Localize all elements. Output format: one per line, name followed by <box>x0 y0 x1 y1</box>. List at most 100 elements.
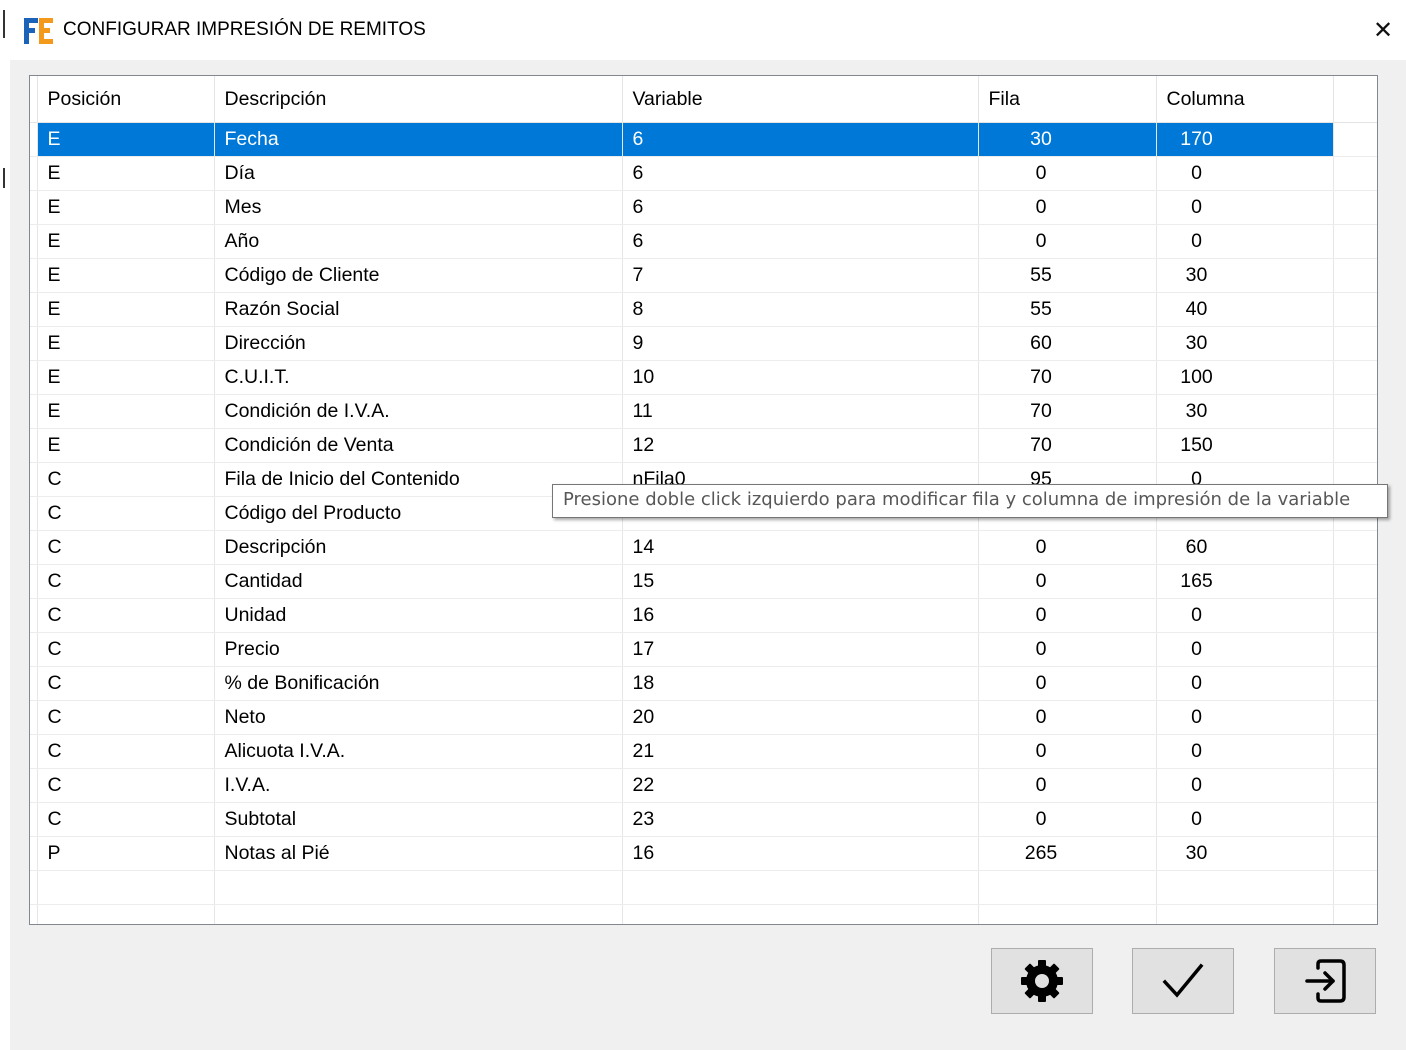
table-row[interactable]: C Neto 20 0 0 <box>30 700 1377 735</box>
cell-posicion[interactable]: E <box>37 122 215 157</box>
settings-button[interactable] <box>991 948 1093 1014</box>
cell-descripcion[interactable]: Unidad <box>214 598 623 633</box>
cell-variable[interactable]: 23 <box>622 802 979 837</box>
cell-fila[interactable]: 0 <box>978 530 1157 565</box>
cell-variable[interactable]: 6 <box>622 190 979 225</box>
cell-variable[interactable]: 20 <box>622 700 979 735</box>
cell-descripcion[interactable]: Fecha <box>214 122 623 157</box>
cell-variable[interactable]: 17 <box>622 632 979 667</box>
cell-descripcion[interactable]: Precio <box>214 632 623 667</box>
cell-descripcion[interactable]: C.U.I.T. <box>214 360 623 395</box>
cell-fila[interactable]: 0 <box>978 598 1157 633</box>
cell-columna[interactable]: 0 <box>1156 666 1334 701</box>
cell-variable[interactable]: 18 <box>622 666 979 701</box>
cell-columna[interactable]: 0 <box>1156 802 1334 837</box>
table-row[interactable]: E C.U.I.T. 10 70 100 <box>30 360 1377 395</box>
column-header-variable[interactable]: Variable <box>622 76 979 123</box>
cell-posicion[interactable]: C <box>37 666 215 701</box>
cell-posicion[interactable]: E <box>37 360 215 395</box>
cell-posicion[interactable]: E <box>37 190 215 225</box>
cell-variable[interactable]: 6 <box>622 224 979 259</box>
cell-columna[interactable]: 170 <box>1156 122 1334 157</box>
cell-posicion[interactable]: C <box>37 564 215 599</box>
cell-posicion[interactable]: E <box>37 394 215 429</box>
cell-descripcion[interactable]: Cantidad <box>214 564 623 599</box>
cell-posicion[interactable]: C <box>37 734 215 769</box>
column-header-posicion[interactable]: Posición <box>37 76 215 123</box>
cell-columna[interactable]: 100 <box>1156 360 1334 395</box>
column-header-columna[interactable]: Columna <box>1156 76 1334 123</box>
cell-columna[interactable]: 0 <box>1156 734 1334 769</box>
cell-posicion[interactable]: C <box>37 802 215 837</box>
cell-fila[interactable]: 55 <box>978 258 1157 293</box>
cell-descripcion[interactable]: Día <box>214 156 623 191</box>
cell-descripcion[interactable]: Condición de I.V.A. <box>214 394 623 429</box>
cell-columna[interactable]: 0 <box>1156 190 1334 225</box>
cell-fila[interactable]: 0 <box>978 666 1157 701</box>
cell-columna[interactable]: 165 <box>1156 564 1334 599</box>
cell-fila[interactable]: 70 <box>978 360 1157 395</box>
cell-columna[interactable]: 0 <box>1156 224 1334 259</box>
cell-posicion[interactable]: E <box>37 326 215 361</box>
cell-descripcion[interactable]: Mes <box>214 190 623 225</box>
cell-variable[interactable]: 12 <box>622 428 979 463</box>
cell-variable[interactable]: 14 <box>622 530 979 565</box>
cell-descripcion[interactable]: Dirección <box>214 326 623 361</box>
table-row[interactable]: P Notas al Pié 16 265 30 <box>30 836 1377 871</box>
cell-descripcion[interactable]: Código de Cliente <box>214 258 623 293</box>
cell-fila[interactable]: 70 <box>978 394 1157 429</box>
cell-posicion[interactable]: E <box>37 156 215 191</box>
cell-posicion[interactable]: E <box>37 428 215 463</box>
table-row[interactable]: E Condición de Venta 12 70 150 <box>30 428 1377 463</box>
cell-descripcion[interactable]: Año <box>214 224 623 259</box>
cell-posicion[interactable]: C <box>37 496 215 531</box>
table-row[interactable]: E Mes 6 0 0 <box>30 190 1377 225</box>
cell-variable[interactable]: 21 <box>622 734 979 769</box>
table-row[interactable]: E Fecha 6 30 170 <box>30 122 1377 157</box>
cell-fila[interactable]: 0 <box>978 156 1157 191</box>
close-button[interactable]: ✕ <box>1360 0 1406 60</box>
cell-fila[interactable]: 70 <box>978 428 1157 463</box>
cell-columna[interactable]: 30 <box>1156 258 1334 293</box>
column-header-fila[interactable]: Fila <box>978 76 1157 123</box>
cell-posicion[interactable]: E <box>37 258 215 293</box>
cell-descripcion[interactable]: Descripción <box>214 530 623 565</box>
cell-posicion[interactable]: E <box>37 224 215 259</box>
cell-descripcion[interactable]: Razón Social <box>214 292 623 327</box>
cell-variable[interactable]: 16 <box>622 836 979 871</box>
cell-columna[interactable]: 0 <box>1156 700 1334 735</box>
cell-variable[interactable]: 22 <box>622 768 979 803</box>
cell-posicion[interactable]: C <box>37 530 215 565</box>
table-row[interactable]: C Descripción 14 0 60 <box>30 530 1377 565</box>
cell-fila[interactable]: 55 <box>978 292 1157 327</box>
table-row[interactable]: E Dirección 9 60 30 <box>30 326 1377 361</box>
table-row[interactable]: C Precio 17 0 0 <box>30 632 1377 667</box>
table-row[interactable]: C Subtotal 23 0 0 <box>30 802 1377 837</box>
table-row[interactable]: E Condición de I.V.A. 11 70 30 <box>30 394 1377 429</box>
cell-descripcion[interactable]: % de Bonificación <box>214 666 623 701</box>
cell-fila[interactable]: 30 <box>978 122 1157 157</box>
cell-variable[interactable]: 6 <box>622 122 979 157</box>
cell-columna[interactable]: 0 <box>1156 156 1334 191</box>
cell-descripcion[interactable]: Notas al Pié <box>214 836 623 871</box>
cell-posicion[interactable]: C <box>37 462 215 497</box>
cell-columna[interactable]: 150 <box>1156 428 1334 463</box>
cell-variable[interactable]: 8 <box>622 292 979 327</box>
table-row[interactable]: C I.V.A. 22 0 0 <box>30 768 1377 803</box>
cell-posicion[interactable]: C <box>37 598 215 633</box>
table-row[interactable]: C Unidad 16 0 0 <box>30 598 1377 633</box>
cell-fila[interactable]: 0 <box>978 700 1157 735</box>
column-header-descripcion[interactable]: Descripción <box>214 76 623 123</box>
cell-fila[interactable]: 0 <box>978 190 1157 225</box>
cell-columna[interactable]: 30 <box>1156 836 1334 871</box>
cell-columna[interactable]: 30 <box>1156 394 1334 429</box>
cell-columna[interactable]: 0 <box>1156 768 1334 803</box>
cell-columna[interactable]: 40 <box>1156 292 1334 327</box>
cell-descripcion[interactable]: Alicuota I.V.A. <box>214 734 623 769</box>
cell-fila[interactable]: 0 <box>978 802 1157 837</box>
cell-columna[interactable]: 30 <box>1156 326 1334 361</box>
cell-fila[interactable]: 265 <box>978 836 1157 871</box>
cell-posicion[interactable]: C <box>37 700 215 735</box>
cell-variable[interactable]: 9 <box>622 326 979 361</box>
cell-posicion[interactable]: E <box>37 292 215 327</box>
